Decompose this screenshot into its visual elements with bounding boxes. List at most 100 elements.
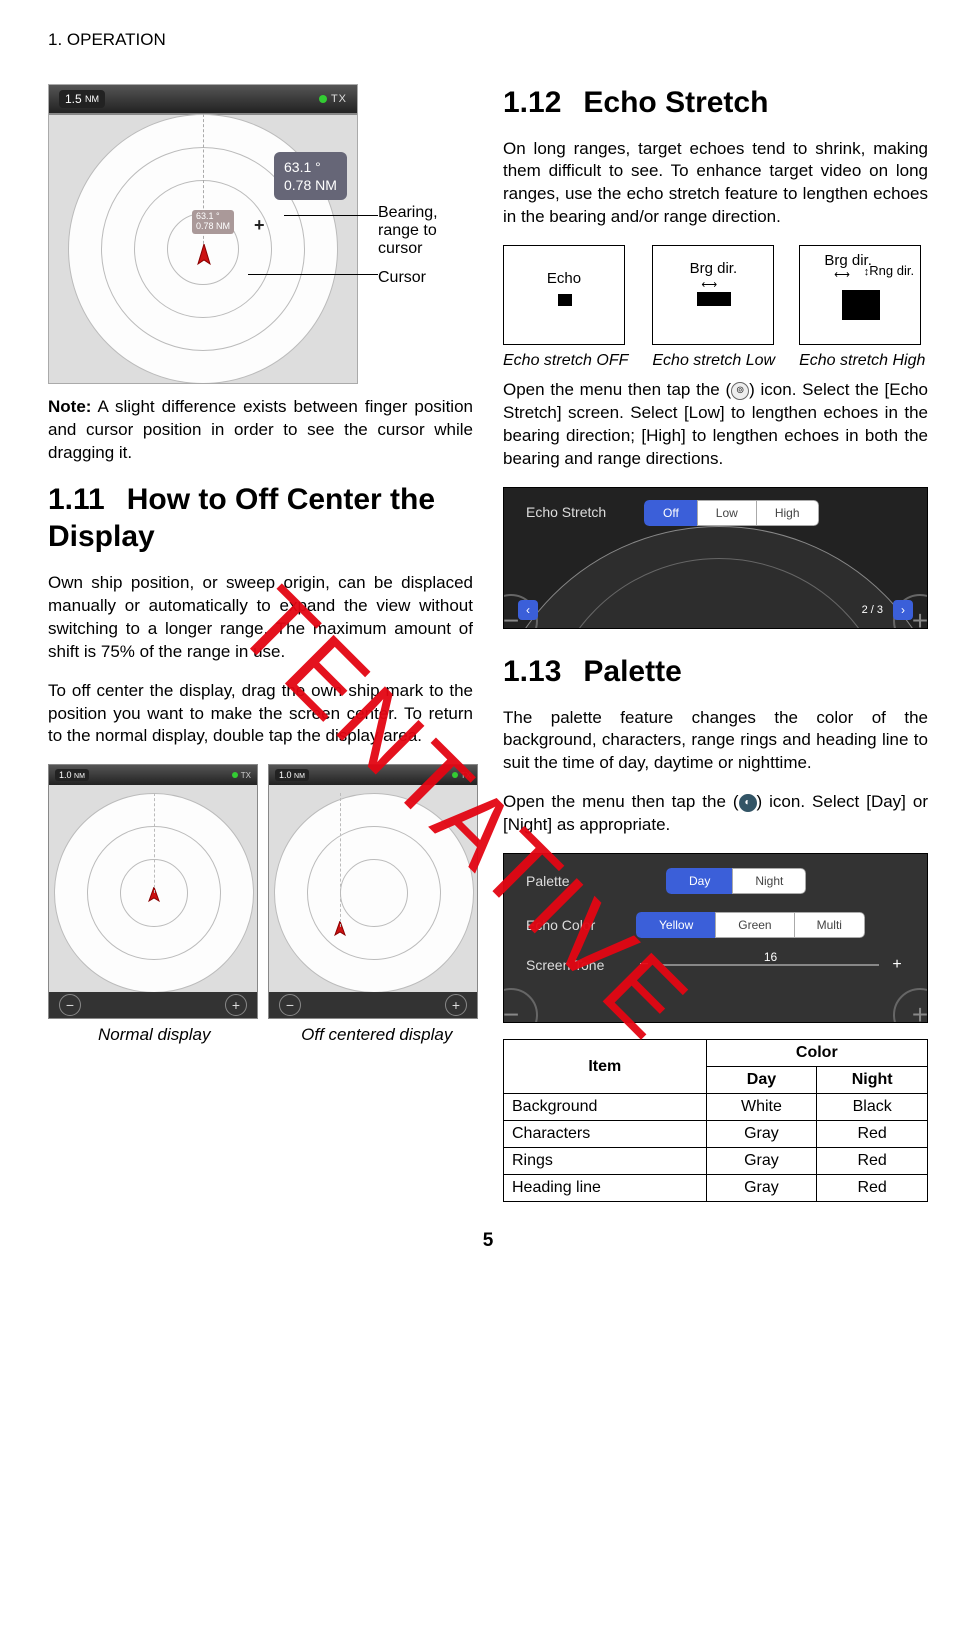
section-title: Palette — [583, 655, 681, 688]
screen-tone-value: 16 — [764, 950, 777, 964]
radar-figure: 1.5 NM TX — [48, 84, 468, 384]
mini-tx: TX — [232, 771, 251, 780]
diag-caption-low: Echo stretch Low — [652, 351, 775, 371]
mini-tx: TX — [452, 771, 471, 780]
table-cell: Red — [817, 1175, 928, 1202]
table-cell: Characters — [504, 1121, 707, 1148]
chevron-right-icon[interactable]: › — [893, 600, 913, 620]
section-title: Echo Stretch — [583, 86, 768, 119]
callout-bearing: Bearing, range to cursor — [378, 204, 468, 258]
diag-caption-off: Echo stretch OFF — [503, 351, 628, 371]
paragraph: Open the menu then tap the (⊚) icon. Sel… — [503, 379, 928, 471]
section-number: 1.11 — [48, 483, 105, 516]
offcenter-figure: 1.0 NM TX − + — [48, 764, 483, 1045]
mini-range-chip: 1.0 NM — [275, 769, 309, 781]
palette-row-label: Palette — [526, 873, 636, 889]
mini-radar-offcenter: 1.0 NM TX − + — [268, 764, 478, 1019]
echo-stretch-segmented: Off Low High — [644, 500, 819, 526]
arrow-icon: ⟷ — [834, 268, 850, 281]
echo-shape — [697, 292, 731, 306]
diag-label-rng: ↕Rng dir. — [864, 264, 914, 278]
palette-screenshot: − + Palette Day Night Echo Color Yellow … — [503, 853, 928, 1023]
palette-icon: ◐ — [739, 794, 757, 812]
echo-stretch-diagram: Echo Echo stretch OFF Brg dir. ⟷ Echo st… — [503, 245, 928, 371]
section-title: How to Off Center the Display — [48, 483, 435, 554]
range-value: 1.5 — [65, 92, 82, 106]
tx-label: TX — [331, 93, 347, 105]
table-cell: Red — [817, 1148, 928, 1175]
echo-stretch-screenshot: − + Echo Stretch Off Low High ‹ 2 / 3 › — [503, 487, 928, 629]
range-chip: 1.5 NM — [59, 90, 105, 108]
zoom-in-icon: + — [445, 994, 467, 1016]
paragraph: To off center the display, drag the own … — [48, 680, 473, 749]
bearing-chip-small: 63.1 ° 0.78 NM — [192, 210, 234, 234]
zoom-out-icon: − — [503, 988, 538, 1023]
section-1-11-heading: 1.11How to Off Center the Display — [48, 481, 473, 556]
screen-tone-row-label: Screen Tone — [526, 957, 636, 973]
palette-night-button[interactable]: Night — [732, 868, 806, 894]
page-number: 5 — [48, 1230, 928, 1252]
note-text: A slight difference exists between finge… — [48, 397, 473, 462]
callout-line — [284, 215, 378, 216]
setting-row-label: Echo Stretch — [526, 504, 606, 520]
tx-indicator: TX — [319, 93, 347, 105]
section-number: 1.12 — [503, 86, 561, 119]
minus-icon[interactable]: − — [636, 956, 652, 974]
zoom-out-icon: − — [279, 994, 301, 1016]
cursor-icon: + — [254, 215, 265, 236]
th-item: Item — [504, 1040, 707, 1094]
echo-shape — [558, 294, 572, 306]
table-cell: Red — [817, 1121, 928, 1148]
note-paragraph: Note: A slight difference exists between… — [48, 396, 473, 465]
diag-caption-high: Echo stretch High — [799, 351, 925, 371]
zoom-in-icon: + — [893, 988, 928, 1023]
caption-offcenter: Off centered display — [271, 1025, 484, 1045]
echo-color-multi[interactable]: Multi — [794, 912, 865, 938]
page-header: 1. OPERATION — [48, 30, 928, 50]
palette-color-table: Item Color Day Night Background White Bl… — [503, 1039, 928, 1202]
paragraph: Open the menu then tap the (◐) icon. Sel… — [503, 791, 928, 837]
paragraph: Own ship position, or sweep origin, can … — [48, 572, 473, 664]
table-cell: Gray — [706, 1121, 817, 1148]
section-number: 1.13 — [503, 655, 561, 688]
section-1-13-heading: 1.13 Palette — [503, 653, 928, 691]
bearing-chip-large: 63.1 ° 0.78 NM — [274, 152, 347, 200]
zoom-in-icon: + — [225, 994, 247, 1016]
table-cell: Rings — [504, 1148, 707, 1175]
table-cell: Gray — [706, 1175, 817, 1202]
settings-icon: ⊚ — [731, 382, 749, 400]
arrow-icon: ⟷ — [701, 278, 717, 291]
table-cell: Black — [817, 1094, 928, 1121]
table-cell: Background — [504, 1094, 707, 1121]
echo-color-green[interactable]: Green — [715, 912, 794, 938]
tx-led-icon — [319, 95, 327, 103]
caption-normal: Normal display — [48, 1025, 261, 1045]
palette-day-button[interactable]: Day — [666, 868, 733, 894]
diag-label-echo: Echo — [547, 270, 581, 287]
diag-label-brg: Brg dir. — [690, 260, 738, 277]
echo-color-yellow[interactable]: Yellow — [636, 912, 716, 938]
th-day: Day — [706, 1067, 817, 1094]
table-cell: White — [706, 1094, 817, 1121]
chevron-left-icon[interactable]: ‹ — [518, 600, 538, 620]
callout-line — [248, 274, 378, 275]
segment-high[interactable]: High — [756, 500, 819, 526]
paragraph: On long ranges, target echoes tend to sh… — [503, 138, 928, 230]
mini-radar-normal: 1.0 NM TX − + — [48, 764, 258, 1019]
segment-off[interactable]: Off — [644, 500, 698, 526]
callout-cursor: Cursor — [378, 269, 426, 287]
table-cell: Heading line — [504, 1175, 707, 1202]
screen-tone-slider[interactable]: 16 — [662, 964, 879, 966]
page-indicator: 2 / 3 — [862, 604, 883, 616]
echo-color-row-label: Echo Color — [526, 917, 636, 933]
own-ship-icon — [196, 244, 212, 268]
segment-low[interactable]: Low — [697, 500, 757, 526]
paragraph: The palette feature changes the color of… — [503, 707, 928, 776]
section-1-12-heading: 1.12 Echo Stretch — [503, 84, 928, 122]
plus-icon[interactable]: + — [889, 956, 905, 974]
table-cell: Gray — [706, 1148, 817, 1175]
th-color: Color — [706, 1040, 927, 1067]
note-prefix: Note: — [48, 397, 91, 416]
mini-range-chip: 1.0 NM — [55, 769, 89, 781]
zoom-out-icon: − — [59, 994, 81, 1016]
